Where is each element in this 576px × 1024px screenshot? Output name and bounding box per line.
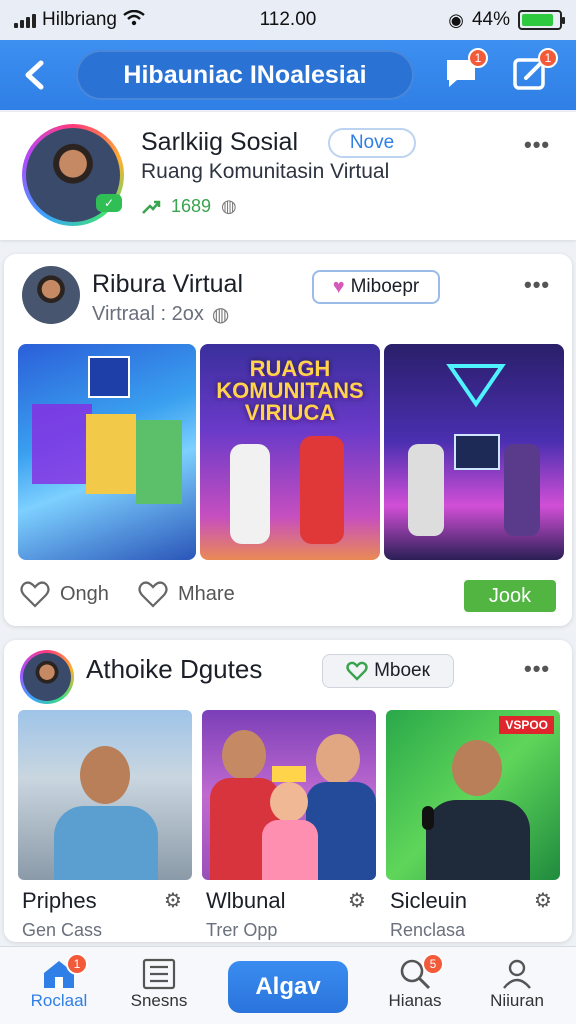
person-name-3: Sicleuin	[390, 888, 468, 913]
gear-icon[interactable]: ⚙	[164, 888, 182, 913]
gallery-image-1[interactable]	[18, 344, 196, 560]
post-avatar[interactable]	[22, 266, 80, 324]
post-avatar[interactable]	[20, 650, 74, 704]
more-options-icon[interactable]: •••	[524, 656, 550, 682]
share-label: Mhare	[178, 582, 235, 605]
person-photo-1[interactable]	[18, 710, 192, 880]
status-bar: Hilbriang 112.00 ◉ 44%	[0, 0, 576, 40]
like-button[interactable]: Ongh	[20, 580, 109, 608]
nav-search[interactable]: 5 Hianas	[370, 953, 460, 1011]
nav-list[interactable]: Snesns	[114, 957, 204, 1011]
status-time: 112.00	[259, 9, 317, 30]
profile-stat-count: 1689	[171, 196, 212, 216]
alarm-icon: ◉	[448, 9, 464, 30]
member-button-label: Miboepr	[350, 276, 420, 297]
image-overlay-text: RUAGH KOMUNITANS VIRIUCA	[216, 356, 364, 425]
home-icon: 1	[14, 953, 104, 991]
compose-badge: 1	[538, 48, 558, 68]
heart-outline-icon	[346, 661, 368, 681]
trend-up-icon	[142, 200, 161, 214]
person-photo-3[interactable]: VSPOO	[386, 710, 560, 880]
online-badge-icon: ✓	[96, 194, 122, 212]
like-label: Ongh	[60, 582, 109, 605]
nav-home-badge: 1	[66, 953, 88, 975]
center-action-button[interactable]: Algav	[228, 961, 348, 1013]
post-title: Ribura Virtual	[92, 270, 244, 298]
person-photo-2[interactable]	[202, 710, 376, 880]
heart-outline-icon	[20, 581, 50, 608]
member-button-label: Mboeк	[374, 660, 430, 681]
gear-icon[interactable]: ⚙	[534, 888, 552, 913]
profile-icon	[472, 957, 562, 991]
post-card-people: Athoike Dgutes Mboeк ••• VSPOO Priphes ⚙…	[4, 640, 572, 942]
person-role-3: Renclasa	[390, 920, 466, 940]
profile-subtitle: Ruang Komunitasin Virtual	[141, 160, 390, 183]
nav-profile-label: Niiuran	[490, 991, 544, 1010]
post-title: Athoike Dgutes	[86, 654, 263, 684]
globe-icon: ◍	[211, 304, 230, 326]
gear-icon[interactable]: ⚙	[348, 888, 366, 913]
profile-pill-button[interactable]: Nove	[328, 128, 416, 158]
messages-button[interactable]: 1	[440, 48, 488, 94]
person-name-1: Priphes	[22, 888, 97, 913]
nav-search-label: Hianas	[388, 991, 442, 1010]
nav-home[interactable]: 1 Roclaal	[14, 953, 104, 1011]
nav-list-label: Snesns	[130, 991, 188, 1010]
heart-outline-icon	[138, 581, 168, 608]
nav-profile[interactable]: Niiuran	[472, 957, 562, 1011]
carrier-name: Hilbriang	[42, 9, 117, 30]
member-button[interactable]: ♥ Miboepr	[312, 270, 440, 304]
person-role-2: Trer Opp	[206, 920, 278, 940]
person-name-2: Wlbunal	[206, 888, 286, 913]
battery-icon	[518, 10, 565, 30]
chevron-left-icon	[25, 60, 44, 90]
more-options-icon[interactable]: •••	[524, 272, 550, 298]
compose-button[interactable]: 1	[510, 48, 558, 94]
bottom-nav: 1 Roclaal Snesns Algav 5 Hianas Niiuran	[0, 946, 576, 1024]
nav-search-badge: 5	[422, 953, 444, 975]
page-title[interactable]: Hibauniac INoalesiai	[76, 50, 414, 100]
app-header: Hibauniac INoalesiai 1 1	[0, 40, 576, 110]
join-button[interactable]: Jook	[464, 580, 556, 612]
profile-card: ✓ Sarlkiig Sosial Nove ••• Ruang Komunit…	[0, 112, 576, 240]
share-button[interactable]: Mhare	[138, 580, 235, 608]
person-role-1: Gen Cass	[22, 920, 103, 940]
profile-name: Sarlkiig Sosial	[141, 128, 299, 156]
search-icon: 5	[370, 953, 460, 991]
battery-percent: 44%	[471, 9, 510, 30]
globe-icon: ◍	[221, 196, 237, 216]
gallery-image-2[interactable]: RUAGH KOMUNITANS VIRIUCA	[200, 344, 380, 560]
nav-home-label: Roclaal	[30, 991, 88, 1010]
list-icon	[114, 957, 204, 991]
post-image-gallery: RUAGH KOMUNITANS VIRIUCA	[18, 344, 564, 560]
signal-icon	[14, 12, 36, 28]
post-subtitle-text: Virtraal : 2ox	[92, 303, 204, 325]
heart-icon: ♥	[332, 275, 345, 298]
gallery-image-3[interactable]	[384, 344, 564, 560]
more-options-icon[interactable]: •••	[524, 132, 550, 158]
profile-stats: 1689 ◍	[141, 196, 237, 217]
back-button[interactable]	[16, 55, 52, 95]
member-button[interactable]: Mboeк	[322, 654, 454, 688]
messages-badge: 1	[468, 48, 488, 68]
post-card-virtual: Ribura Virtual Virtraal : 2ox ◍ ♥ Miboep…	[4, 254, 572, 626]
wifi-icon	[123, 9, 145, 31]
tile-tag: VSPOO	[499, 716, 554, 734]
battery-level	[522, 14, 553, 26]
post-subtitle: Virtraal : 2ox ◍	[92, 302, 229, 327]
